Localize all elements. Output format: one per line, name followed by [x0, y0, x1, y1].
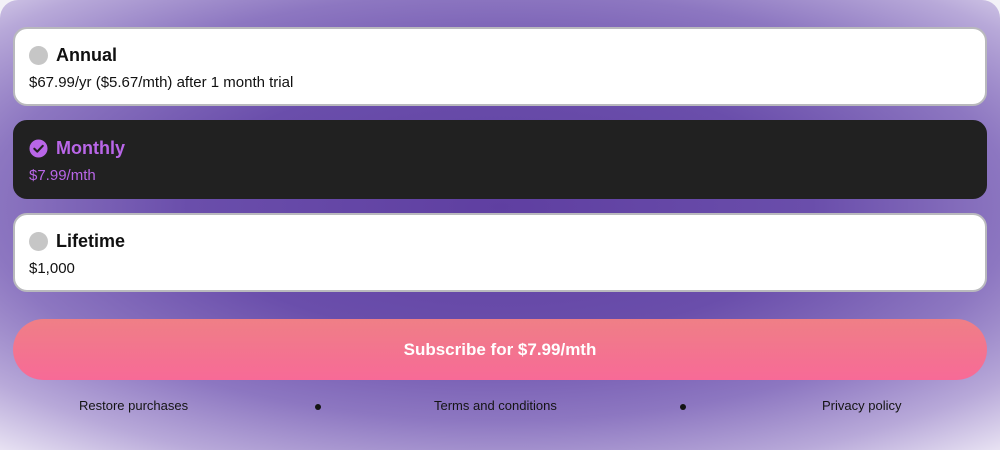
restore-purchases-link[interactable]: Restore purchases — [79, 398, 188, 413]
radio-unselected-icon — [29, 45, 48, 65]
plan-price-lifetime: $1,000 — [29, 260, 75, 277]
plan-title-monthly: Monthly — [56, 137, 125, 158]
plan-title-row: Annual — [29, 44, 971, 66]
plan-option-monthly[interactable]: Monthly $7.99/mth — [13, 120, 987, 199]
plan-title-lifetime: Lifetime — [56, 230, 126, 251]
paywall-screen: Annual $67.99/yr ($5.67/mth) after 1 mon… — [0, 0, 1000, 450]
terms-and-conditions-link[interactable]: Terms and conditions — [434, 398, 557, 413]
check-circle-icon — [29, 138, 48, 158]
radio-unselected-icon — [29, 231, 48, 251]
separator-dot — [315, 404, 321, 410]
plan-price-monthly: $7.99/mth — [29, 167, 96, 184]
plan-title-row: Lifetime — [29, 230, 971, 252]
plan-title-annual: Annual — [56, 44, 117, 65]
separator-dot — [680, 404, 686, 410]
plan-price-annual: $67.99/yr ($5.67/mth) after 1 month tria… — [29, 74, 294, 91]
subscribe-button[interactable]: Subscribe for $7.99/mth — [13, 319, 987, 380]
plan-option-lifetime[interactable]: Lifetime $1,000 — [13, 213, 987, 292]
plan-title-row: Monthly — [29, 137, 971, 159]
privacy-policy-link[interactable]: Privacy policy — [822, 398, 901, 413]
plan-option-annual[interactable]: Annual $67.99/yr ($5.67/mth) after 1 mon… — [13, 27, 987, 106]
